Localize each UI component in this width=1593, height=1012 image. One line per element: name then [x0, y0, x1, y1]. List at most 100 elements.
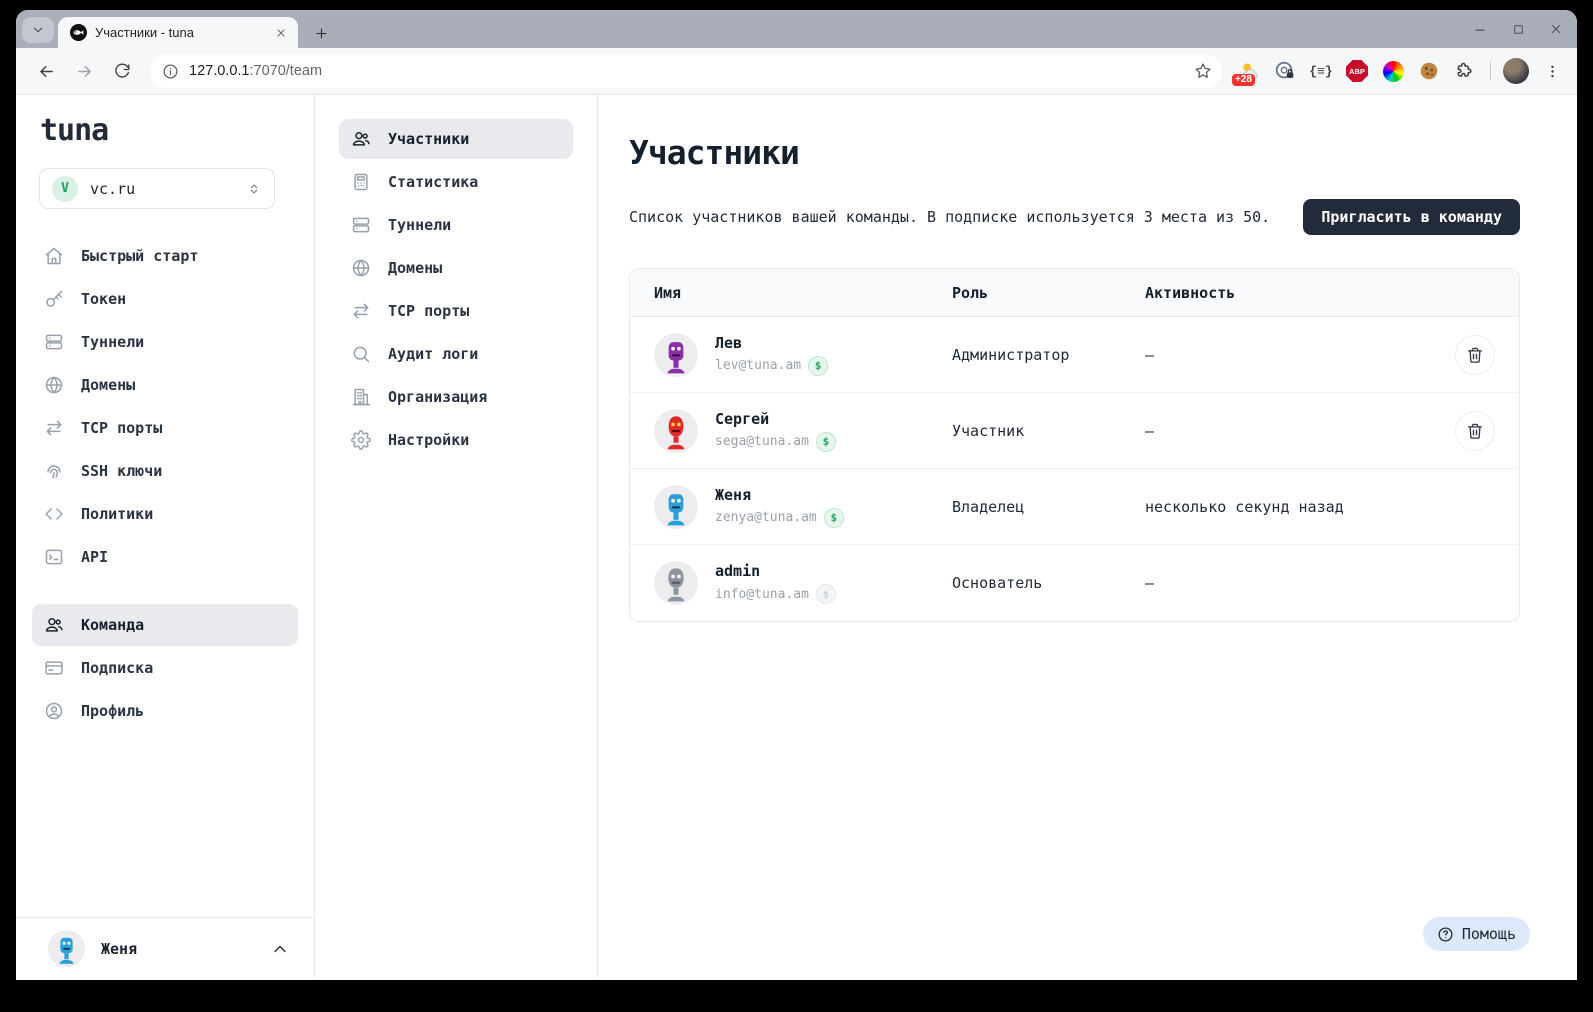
page-title: Участники: [629, 133, 1520, 172]
sidebar-item-tunnels[interactable]: Туннели: [32, 321, 298, 363]
member-name: Женя: [715, 486, 844, 504]
sidebar-item-token[interactable]: Токен: [32, 278, 298, 320]
delete-member-button[interactable]: [1455, 335, 1495, 375]
terminal-icon: [44, 547, 64, 567]
gear-icon: [351, 430, 371, 450]
bookmark-star-icon[interactable]: [1194, 62, 1212, 80]
maximize-button[interactable]: [1507, 18, 1529, 40]
browser-menu-icon[interactable]: [1537, 56, 1567, 86]
page-subtitle: Список участников вашей команды. В подпи…: [629, 208, 1270, 226]
paid-badge: $: [816, 432, 836, 452]
table-header: Имя Роль Активность: [630, 269, 1519, 317]
member-avatar: [654, 409, 698, 453]
sidebar-item-profile[interactable]: Профиль: [32, 690, 298, 732]
subnav-item-audit-logs[interactable]: Аудит логи: [339, 334, 573, 374]
question-circle-icon: [1437, 926, 1454, 943]
tuna-favicon-icon: [70, 24, 87, 41]
url-text[interactable]: 127.0.0.1:7070/team: [189, 63, 1184, 79]
sidebar-item-api[interactable]: API: [32, 536, 298, 578]
braces-extension-icon[interactable]: {≡}: [1306, 56, 1336, 86]
column-name: Имя: [630, 284, 952, 302]
tab-search-button[interactable]: [22, 17, 54, 43]
select-chevrons-icon: [246, 181, 262, 197]
current-user-bar[interactable]: Женя: [16, 917, 314, 979]
member-role: Администратор: [952, 346, 1145, 364]
browser-titlebar: Участники - tuna: [16, 10, 1577, 48]
password-manager-extension-icon[interactable]: [1270, 56, 1300, 86]
trash-icon: [1466, 346, 1484, 364]
team-icon: [44, 615, 64, 635]
color-wheel-extension-icon[interactable]: [1378, 56, 1408, 86]
credit-card-icon: [44, 658, 64, 678]
sidebar-item-ssh-keys[interactable]: SSH ключи: [32, 450, 298, 492]
member-role: Участник: [952, 422, 1145, 440]
user-name: Женя: [101, 940, 254, 958]
sidebar: tuna V vc.ru Быстрый старт Токен Туннели: [16, 95, 315, 979]
table-row: Лев lev@tuna.am $ Администратор –: [630, 317, 1519, 393]
forward-button[interactable]: [68, 55, 100, 87]
subnav-item-domains[interactable]: Домены: [339, 248, 573, 288]
help-button[interactable]: Помощь: [1423, 917, 1530, 951]
table-row: Женя zenya@tuna.am $ Владелец несколько …: [630, 469, 1519, 545]
browser-tab[interactable]: Участники - tuna: [58, 17, 298, 48]
sidebar-item-quick-start[interactable]: Быстрый старт: [32, 235, 298, 277]
sidebar-item-policies[interactable]: Политики: [32, 493, 298, 535]
table-row: Сергей sega@tuna.am $ Участник –: [630, 393, 1519, 469]
member-email: sega@tuna.am: [715, 434, 809, 449]
member-activity: –: [1145, 346, 1431, 364]
window-controls: [1469, 10, 1567, 48]
member-avatar: [654, 485, 698, 529]
column-role: Роль: [952, 284, 1145, 302]
calculator-icon: [351, 172, 371, 192]
member-activity: несколько секунд назад: [1145, 498, 1431, 516]
sidebar-item-team[interactable]: Команда: [32, 604, 298, 646]
tab-close-icon[interactable]: [272, 24, 290, 42]
adblock-extension-icon[interactable]: ABP: [1342, 56, 1372, 86]
address-bar[interactable]: 127.0.0.1:7070/team: [150, 54, 1222, 88]
search-icon: [351, 344, 371, 364]
tab-title: Участники - tuna: [95, 25, 264, 40]
subnav-item-settings[interactable]: Настройки: [339, 420, 573, 460]
main-content: Участники Список участников вашей команд…: [598, 95, 1577, 979]
delete-member-button[interactable]: [1455, 411, 1495, 451]
trash-icon: [1466, 422, 1484, 440]
browser-window: Участники - tuna 127.0.0.1:7070/team +28…: [16, 10, 1577, 980]
key-icon: [44, 289, 64, 309]
member-name: Сергей: [715, 410, 836, 428]
team-select[interactable]: V vc.ru: [39, 168, 275, 209]
site-info-icon[interactable]: [162, 63, 179, 80]
weather-extension-icon[interactable]: +28: [1234, 56, 1264, 86]
subnav-item-statistics[interactable]: Статистика: [339, 162, 573, 202]
server-icon: [351, 215, 371, 235]
subnav-item-tunnels[interactable]: Туннели: [339, 205, 573, 245]
member-role: Основатель: [952, 574, 1145, 592]
close-button[interactable]: [1545, 18, 1567, 40]
reload-button[interactable]: [106, 55, 138, 87]
extensions-puzzle-icon[interactable]: [1450, 56, 1480, 86]
subnav-item-members[interactable]: Участники: [339, 119, 573, 159]
invite-button[interactable]: Пригласить в команду: [1303, 199, 1520, 235]
swap-arrows-icon: [351, 301, 371, 321]
user-avatar: [48, 930, 85, 967]
globe-icon: [44, 375, 64, 395]
code-icon: [44, 504, 64, 524]
paid-badge: $: [824, 508, 844, 528]
chevron-down-icon: [31, 23, 45, 37]
sidebar-item-domains[interactable]: Домены: [32, 364, 298, 406]
subnav-item-tcp-ports[interactable]: TCP порты: [339, 291, 573, 331]
sidebar-account-group: Команда Подписка Профиль: [16, 604, 314, 732]
member-activity: –: [1145, 574, 1431, 592]
profile-avatar[interactable]: [1501, 56, 1531, 86]
member-avatar: [654, 333, 698, 377]
subnav-item-organization[interactable]: Организация: [339, 377, 573, 417]
chevron-up-icon: [270, 939, 290, 959]
back-button[interactable]: [30, 55, 62, 87]
member-email: lev@tuna.am: [715, 358, 801, 373]
new-tab-button[interactable]: [308, 20, 334, 46]
minimize-button[interactable]: [1469, 18, 1491, 40]
member-email: zenya@tuna.am: [715, 510, 817, 525]
cookie-extension-icon[interactable]: [1414, 56, 1444, 86]
sidebar-item-tcp-ports[interactable]: TCP порты: [32, 407, 298, 449]
server-icon: [44, 332, 64, 352]
sidebar-item-subscription[interactable]: Подписка: [32, 647, 298, 689]
